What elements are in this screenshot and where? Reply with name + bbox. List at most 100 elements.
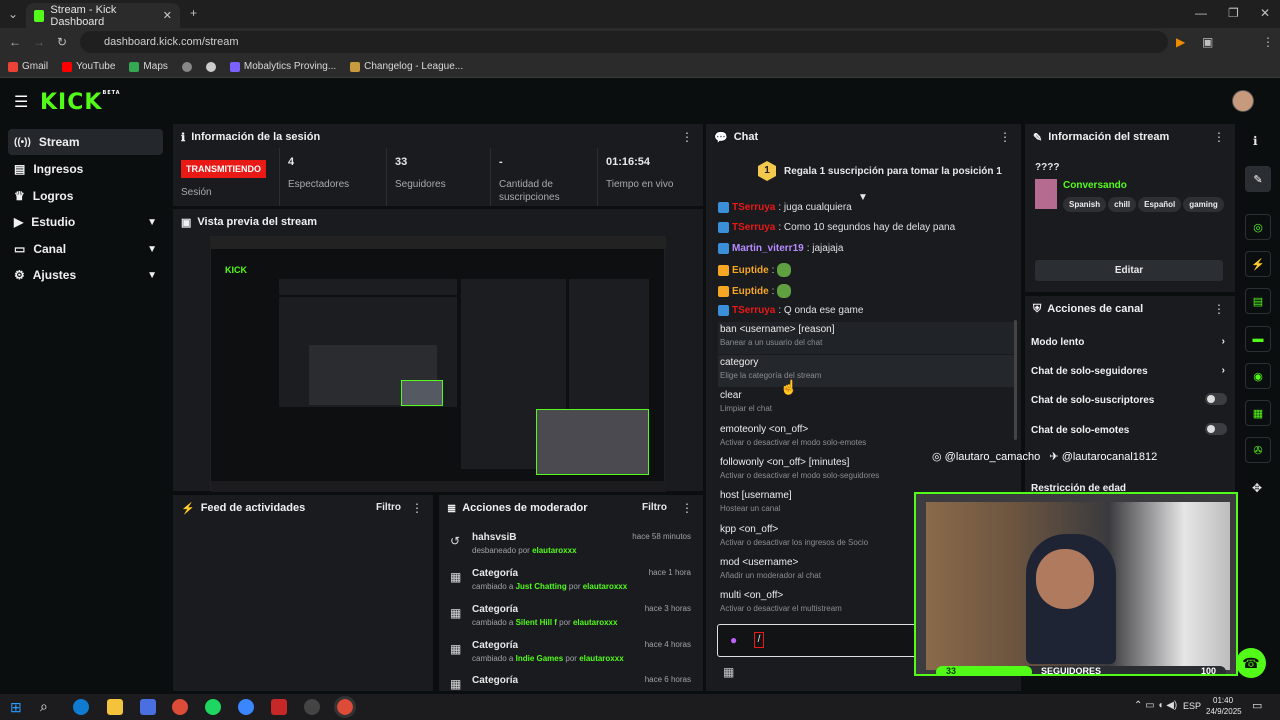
scroll-down-icon[interactable]: ▼ bbox=[858, 192, 868, 203]
chevron-down-icon: ▼ bbox=[147, 243, 157, 255]
stat-live-time: 01:16:54 Tiempo en vivo bbox=[606, 156, 674, 190]
browser-tab[interactable]: Stream - Kick Dashboard ✕ bbox=[26, 3, 180, 28]
sidebar-item-estudio[interactable]: ▶ Estudio ▼ bbox=[8, 209, 163, 235]
address-bar-row: ← → ↻ dashboard.kick.com/stream ▶ ▣ ⋮ bbox=[0, 28, 1280, 56]
menu-dots-icon[interactable]: ⋮ bbox=[1262, 35, 1274, 49]
avatar[interactable] bbox=[1232, 90, 1254, 112]
tray-icons[interactable]: ⌃ ▭ ◖ ◀) bbox=[1134, 700, 1177, 711]
chat-input[interactable]: ● / bbox=[717, 624, 917, 657]
stream-preview-video[interactable]: KICK bbox=[210, 236, 666, 492]
sidebar-item-canal[interactable]: ▭ Canal ▼ bbox=[8, 236, 163, 262]
bookmark-mobalytics[interactable]: Mobalytics Proving... bbox=[229, 61, 336, 72]
modactions-menu-icon[interactable]: ⋮ bbox=[681, 501, 693, 515]
action-age-restriction[interactable]: Restricción de edad bbox=[1031, 483, 1227, 492]
close-window-icon[interactable]: ✕ bbox=[1260, 6, 1270, 20]
reload-icon[interactable]: ↻ bbox=[57, 35, 67, 49]
action-slow-mode[interactable]: Modo lento › bbox=[1031, 336, 1227, 348]
lightning-icon: ⚡ bbox=[181, 502, 195, 515]
bookmark-changelog[interactable]: Changelog - League... bbox=[350, 61, 463, 72]
edit-button[interactable]: Editar bbox=[1035, 260, 1223, 281]
command-option-clear[interactable]: clear Limpiar el chat bbox=[718, 388, 1016, 420]
list-item: ▦ Categoría cambiado a Silent Hill f por… bbox=[450, 604, 691, 627]
tag: gaming bbox=[1183, 197, 1224, 212]
settings-dots-icon[interactable]: ✥ bbox=[1252, 481, 1262, 495]
hamburger-menu-icon[interactable]: ☰ bbox=[14, 92, 28, 112]
sub-prompt[interactable]: Regala 1 suscripción para tomar la posic… bbox=[784, 166, 1002, 177]
url-field[interactable]: dashboard.kick.com/stream bbox=[80, 31, 1168, 53]
category-name[interactable]: Conversando bbox=[1063, 180, 1127, 191]
support-chat-icon[interactable]: ☎ bbox=[1236, 648, 1266, 678]
chat-menu-icon[interactable]: ⋮ bbox=[999, 130, 1011, 144]
video-icon: ▶ bbox=[14, 215, 24, 229]
modactions-filter-button[interactable]: Filtro bbox=[642, 502, 667, 513]
popup-scrollbar[interactable] bbox=[1014, 320, 1017, 440]
windows-start-icon[interactable]: ⊞ bbox=[10, 699, 22, 716]
gear-icon: ⚙ bbox=[14, 268, 25, 282]
extensions-puzzle-icon[interactable]: ▣ bbox=[1202, 35, 1213, 49]
target-icon[interactable]: ◎ bbox=[1245, 214, 1271, 240]
streaminfo-menu-icon[interactable]: ⋮ bbox=[1213, 130, 1225, 144]
command-option-ban[interactable]: ban <username> [reason] Banear a un usuar… bbox=[718, 322, 1016, 354]
chat-icon[interactable]: ▬ bbox=[1245, 326, 1271, 352]
chrome-active-icon[interactable] bbox=[334, 696, 356, 718]
edge-icon[interactable] bbox=[73, 699, 89, 715]
sidebar: ((•)) Stream ▤ Ingresos ♛ Logros ▶ Estudio ▼ … bbox=[0, 124, 170, 694]
app-icon[interactable] bbox=[271, 699, 287, 715]
obs-icon[interactable] bbox=[304, 699, 320, 715]
close-tab-icon[interactable]: ✕ bbox=[163, 9, 172, 22]
list-item: ↺ hahsvsiB desbaneado por elautaroxxx ha… bbox=[450, 532, 691, 555]
clock-date[interactable]: 24/9/2025 bbox=[1206, 707, 1242, 716]
restore-icon[interactable]: ❐ bbox=[1228, 6, 1239, 20]
action-emotes-only: Chat de solo-emotes bbox=[1031, 423, 1227, 436]
session-menu-icon[interactable]: ⋮ bbox=[681, 130, 693, 144]
broadcast-icon[interactable]: ◉ bbox=[1245, 363, 1271, 389]
language-indicator[interactable]: ESP bbox=[1183, 701, 1201, 711]
channelactions-menu-icon[interactable]: ⋮ bbox=[1213, 302, 1225, 316]
chevron-right-icon: › bbox=[1221, 336, 1225, 347]
edit-icon[interactable]: ✎ bbox=[1245, 166, 1271, 192]
back-icon[interactable]: ← bbox=[9, 35, 21, 49]
chat-message: TSerruya: Como 10 segundos hay de delay … bbox=[718, 222, 955, 233]
store-icon[interactable] bbox=[140, 699, 156, 715]
search-icon[interactable]: ⌕ bbox=[40, 698, 48, 715]
sidebar-item-ajustes[interactable]: ⚙ Ajustes ▼ bbox=[8, 262, 163, 288]
chevron-down-icon: ▼ bbox=[147, 216, 157, 228]
bookmark-github[interactable] bbox=[205, 61, 216, 72]
command-option-category[interactable]: category Elige la categoría del stream bbox=[718, 355, 1016, 387]
subscribers-only-toggle[interactable] bbox=[1205, 393, 1227, 405]
bookmark-globe[interactable] bbox=[181, 61, 192, 72]
chat-message: TSerruya: Q onda ese game bbox=[718, 305, 863, 316]
file-explorer-icon[interactable] bbox=[107, 699, 123, 715]
app-icon[interactable] bbox=[238, 699, 254, 715]
microphone-icon[interactable]: ● bbox=[730, 633, 737, 647]
notifications-icon[interactable]: ▭ bbox=[1252, 699, 1262, 712]
new-tab-icon[interactable]: + bbox=[190, 6, 197, 20]
gift-icon[interactable]: ▦ bbox=[723, 665, 734, 679]
document-icon[interactable]: ▤ bbox=[1245, 288, 1271, 314]
bookmark-maps[interactable]: Maps bbox=[129, 61, 168, 72]
spotify-icon[interactable] bbox=[205, 699, 221, 715]
extension-icon[interactable]: ▶ bbox=[1176, 35, 1185, 49]
action-followers-only[interactable]: Chat de solo-seguidores › bbox=[1031, 365, 1227, 377]
kick-logo[interactable]: KICKBETA bbox=[40, 90, 121, 115]
sidebar-item-logros[interactable]: ♛ Logros bbox=[8, 183, 163, 209]
minimize-icon[interactable]: — bbox=[1195, 6, 1207, 20]
activity-menu-icon[interactable]: ⋮ bbox=[411, 501, 423, 515]
clock-time[interactable]: 01:40 bbox=[1213, 696, 1233, 705]
sidebar-item-ingresos[interactable]: ▤ Ingresos bbox=[8, 156, 163, 182]
lightning-icon[interactable]: ⚡ bbox=[1245, 251, 1271, 277]
layers-icon[interactable]: ▦ bbox=[1245, 400, 1271, 426]
emotes-only-toggle[interactable] bbox=[1205, 423, 1227, 435]
wrench-icon[interactable]: ✇ bbox=[1245, 437, 1271, 463]
bookmark-gmail[interactable]: Gmail bbox=[8, 61, 48, 72]
activity-filter-button[interactable]: Filtro bbox=[376, 502, 401, 513]
tab-search-icon[interactable]: ⌄ bbox=[8, 7, 18, 21]
info-icon[interactable]: ℹ bbox=[1253, 134, 1258, 148]
forward-icon[interactable]: → bbox=[33, 35, 45, 49]
instagram-icon: ◎ bbox=[932, 451, 942, 463]
chrome-icon[interactable] bbox=[172, 699, 188, 715]
shield-icon: ⛨ bbox=[1033, 302, 1042, 315]
sidebar-item-stream[interactable]: ((•)) Stream bbox=[8, 129, 163, 155]
list-icon: ≣ bbox=[447, 502, 457, 515]
bookmark-youtube[interactable]: YouTube bbox=[62, 61, 115, 72]
